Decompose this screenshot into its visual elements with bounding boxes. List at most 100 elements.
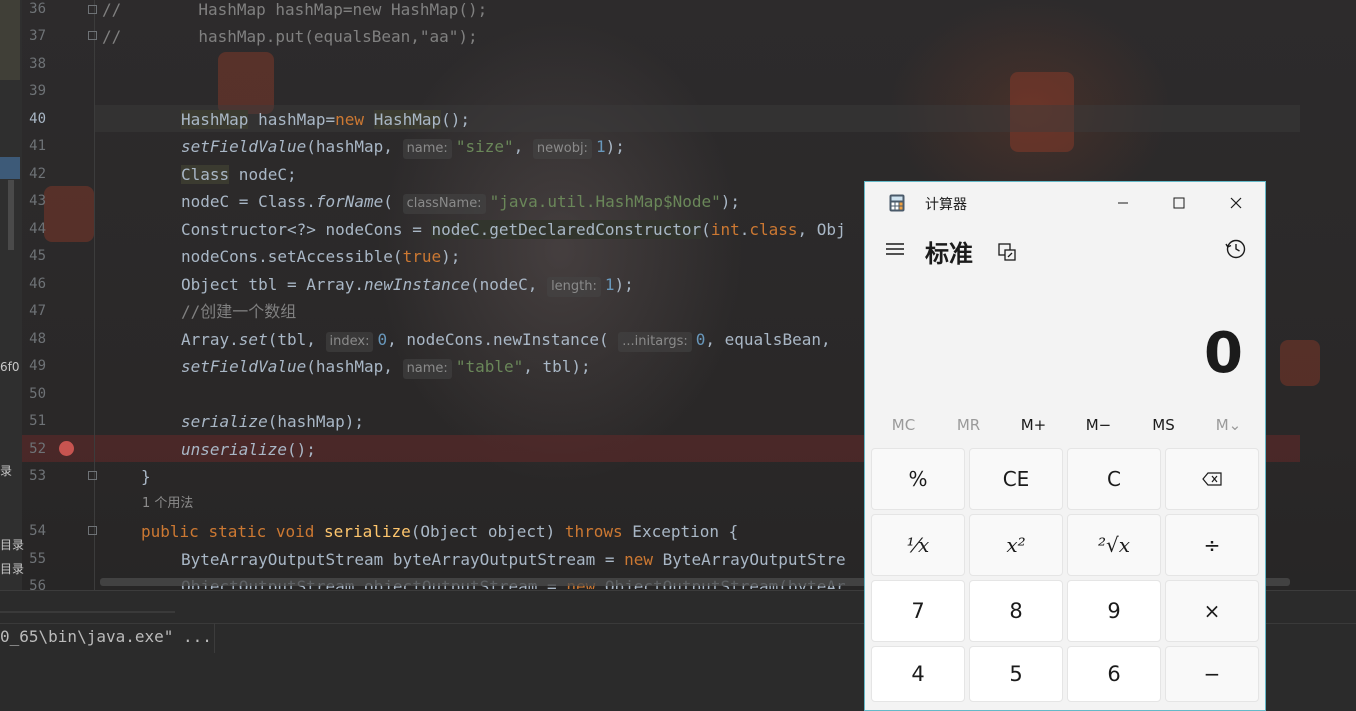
result-display: 0 (1204, 321, 1243, 386)
parameter-hint: index: (325, 332, 374, 352)
hamburger-menu-icon[interactable] (885, 238, 905, 264)
memory-add-button[interactable]: M+ (1001, 410, 1066, 440)
line-number: 42 (29, 166, 46, 182)
digit-9-button[interactable]: 9 (1067, 580, 1161, 642)
keep-on-top-icon[interactable] (997, 242, 1017, 267)
line-number: 48 (29, 331, 46, 347)
line-number: 51 (29, 413, 46, 429)
line-number-gutter[interactable]: 36 37 38 39 40 41 42 43 44 45 46 47 48 4… (22, 0, 94, 594)
divide-button[interactable]: ÷ (1165, 514, 1259, 576)
code-token: (Object object) (410, 522, 565, 541)
maximize-icon (1173, 194, 1185, 213)
tree-item-text: 6f0 (0, 360, 20, 374)
code-token: ); (605, 137, 625, 156)
comment-text: HashMap hashMap=new HashMap(); (121, 0, 488, 19)
code-token: , equalsBean, (705, 330, 841, 349)
reciprocal-button[interactable]: ¹⁄x (871, 514, 965, 576)
selected-tree-item[interactable] (0, 157, 20, 179)
digit-6-button[interactable]: 6 (1067, 646, 1161, 702)
line-number: 46 (29, 276, 46, 292)
console-tab-underline (0, 611, 175, 613)
line-number: 54 (29, 523, 46, 539)
mode-title: 标准 (925, 240, 973, 268)
square-root-button[interactable]: ²√x (1067, 514, 1161, 576)
minus-button[interactable]: − (1165, 646, 1259, 702)
type-token: Class (181, 165, 230, 184)
number-token: 1 (595, 137, 606, 156)
close-icon (1230, 194, 1242, 213)
clear-entry-button[interactable]: CE (969, 448, 1063, 510)
line-number: 49 (29, 358, 46, 374)
square-button[interactable]: x² (969, 514, 1063, 576)
console-line-box (0, 623, 215, 653)
backspace-button[interactable] (1165, 448, 1259, 510)
comment-marker: // (102, 27, 122, 46)
memory-store-button[interactable]: MS (1131, 410, 1196, 440)
keyword-token: public (141, 522, 199, 541)
code-line: Constructor<?> nodeCons = nodeC.getDecla… (181, 216, 846, 243)
fold-icon[interactable] (88, 526, 97, 535)
comment-marker: // (102, 0, 122, 19)
code-token: ByteArrayOutputStream byteArrayOutputStr… (181, 550, 625, 569)
code-line: Object tbl = Array.newInstance(nodeC, le… (181, 271, 634, 298)
code-token: (hashMap, (306, 137, 403, 156)
code-token: . (739, 220, 750, 239)
history-icon[interactable] (1225, 238, 1247, 265)
digit-8-button[interactable]: 8 (969, 580, 1063, 642)
multiply-button[interactable]: × (1165, 580, 1259, 642)
percent-button[interactable]: % (871, 448, 965, 510)
code-token: Constructor<?> nodeCons = (181, 220, 432, 239)
line-number: 44 (29, 221, 46, 237)
code-token: } (141, 467, 151, 486)
digit-7-button[interactable]: 7 (871, 580, 965, 642)
code-token: , (513, 137, 533, 156)
code-line: ByteArrayOutputStream byteArrayOutputStr… (181, 546, 846, 573)
line-number: 50 (29, 386, 46, 402)
code-token: Object tbl = Array. (181, 275, 365, 294)
fold-icon[interactable] (88, 31, 97, 40)
line-number: 38 (29, 56, 46, 72)
fold-icon[interactable] (88, 5, 97, 14)
digit-4-button[interactable]: 4 (871, 646, 965, 702)
method-token: set (238, 330, 268, 349)
line-number: 40 (29, 111, 46, 127)
code-line: serialize(hashMap); (181, 408, 364, 435)
code-token: , nodeCons.newInstance( (387, 330, 619, 349)
parameter-hint: newobj: (532, 139, 592, 159)
code-line: public static void serialize(Object obje… (141, 518, 738, 545)
minimize-button[interactable] (1095, 182, 1151, 224)
calculator-window[interactable]: 计算器 标准 0 MC MR M+ M− MS M⌄ % CE C ¹⁄x x²… (864, 181, 1266, 711)
clear-button[interactable]: C (1067, 448, 1161, 510)
close-button[interactable] (1208, 182, 1264, 224)
comment-text: //创建一个数组 (181, 302, 297, 321)
project-panel-edge (0, 0, 22, 590)
code-token: nodeC; (229, 165, 297, 184)
method-token: forName (315, 192, 384, 211)
code-token: (nodeC, (470, 275, 548, 294)
code-token: ( (383, 192, 403, 211)
comment-text: hashMap.put(equalsBean,"aa"); (121, 27, 478, 46)
fold-icon[interactable] (88, 471, 97, 480)
keyword-token: new (335, 110, 365, 129)
panel-scrollbar[interactable] (8, 180, 14, 250)
digit-5-button[interactable]: 5 (969, 646, 1063, 702)
memory-list-button[interactable]: M⌄ (1196, 410, 1261, 440)
code-line: // HashMap hashMap=new HashMap(); (102, 0, 487, 23)
tree-item-text: 目录 (0, 538, 25, 552)
line-number: 43 (29, 193, 46, 209)
keyword-token: class (749, 220, 798, 239)
keyword-token: int (710, 220, 740, 239)
breakpoint-icon[interactable] (59, 441, 74, 456)
memory-recall-button[interactable]: MR (936, 410, 1001, 440)
tree-item-text: 录 (0, 464, 13, 478)
number-token: 1 (604, 275, 615, 294)
code-token: Exception { (622, 522, 739, 541)
code-line: Array.set(tbl, index: 0, nodeCons.newInst… (181, 326, 840, 353)
calculator-title-bar[interactable]: 计算器 (865, 182, 1265, 224)
maximize-button[interactable] (1151, 182, 1207, 224)
number-token: 0 (377, 330, 388, 349)
usage-hint[interactable]: 1 个用法 (142, 493, 193, 515)
memory-clear-button[interactable]: MC (871, 410, 936, 440)
code-line: unserialize(); (181, 436, 316, 463)
memory-subtract-button[interactable]: M− (1066, 410, 1131, 440)
